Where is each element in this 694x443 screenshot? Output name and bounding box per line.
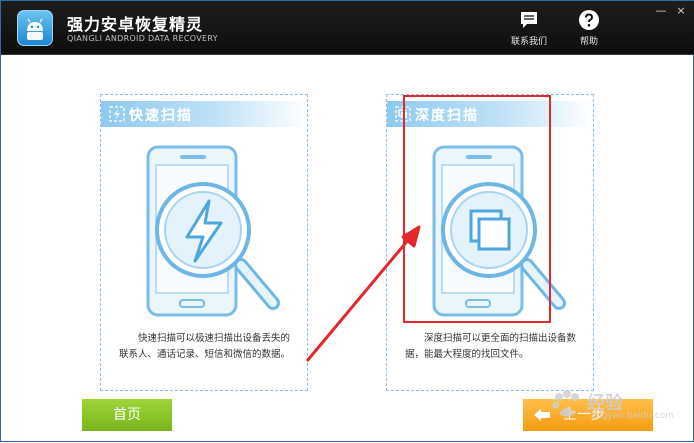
title-bar: 强力安卓恢复精灵 QIANGLI ANDROID DATA RECOVERY 联… [1,1,694,55]
help-button[interactable]: 帮助 [566,9,612,49]
baidu-watermark: 经验 jingyan.baidu.com [547,381,687,429]
contact-us-button[interactable]: 联系我们 [506,9,552,49]
paw-logo-icon [552,390,579,417]
quick-scan-illustration [146,145,280,317]
quick-scan-panel[interactable]: 快速扫描 快速扫描可以极速扫描出设备丢失的联系人、通话记录、短信和微信的数据。 [100,94,308,391]
deep-scan-description: 深度扫描可以更全面的扫描出设备数据，能最大程度的找回文件。 [405,333,577,360]
app-title: 强力安卓恢复精灵 [67,15,204,34]
quick-scan-header-icon [109,106,125,122]
android-logo-icon [17,10,53,46]
contact-us-label: 联系我们 [510,37,547,47]
watermark-url: jingyan.baidu.com [591,411,675,421]
app-window: 强力安卓恢复精灵 QIANGLI ANDROID DATA RECOVERY 联… [0,0,694,442]
quick-scan-header: 快速扫描 [101,101,307,127]
close-button[interactable]: × [673,4,689,18]
quick-scan-description: 快速扫描可以极速扫描出设备丢失的联系人、通话记录、短信和微信的数据。 [119,333,291,360]
home-button[interactable]: 首页 [82,399,172,431]
quick-scan-title: 快速扫描 [129,108,193,124]
minimize-button[interactable]: — [653,4,669,18]
chat-bubble-icon [521,12,537,28]
question-icon [579,10,599,30]
help-label: 帮助 [579,37,598,47]
highlight-box [403,95,551,323]
app-subtitle: QIANGLI ANDROID DATA RECOVERY [67,34,218,43]
